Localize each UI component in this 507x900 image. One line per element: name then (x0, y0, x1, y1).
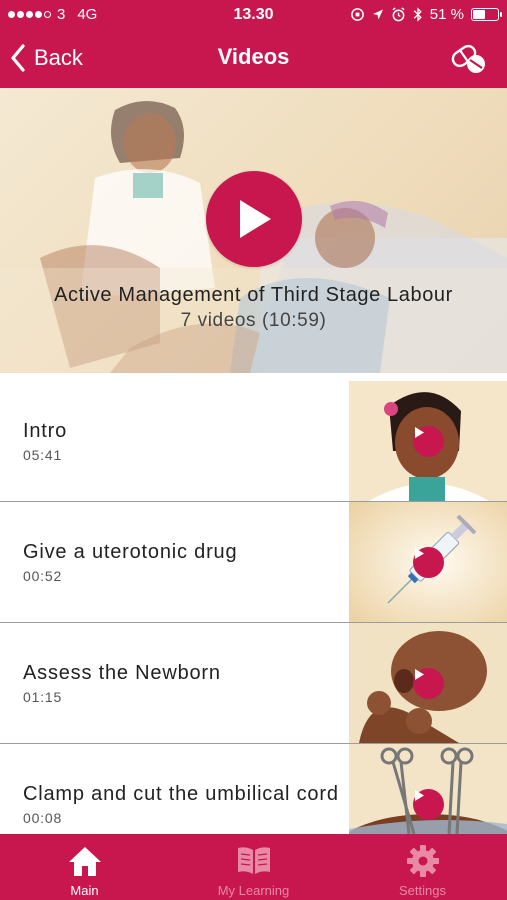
video-title: Give a uterotonic drug (23, 540, 238, 563)
video-play-button[interactable] (413, 789, 444, 820)
chevron-left-icon (11, 44, 25, 72)
video-row-umbilical-cord[interactable]: Clamp and cut the umbilical cord 00:08 (0, 744, 507, 834)
tab-label: My Learning (217, 883, 290, 898)
play-icon (415, 669, 424, 680)
video-title: Clamp and cut the umbilical cord (23, 782, 339, 805)
video-play-button[interactable] (413, 547, 444, 578)
hero-banner[interactable]: Active Management of Third Stage Labour … (0, 88, 507, 373)
hero-play-button[interactable] (206, 171, 302, 267)
collection-title: Active Management of Third Stage Labour (54, 284, 453, 306)
pills-icon (451, 44, 485, 73)
back-button[interactable]: Back (10, 40, 83, 76)
pills-button[interactable] (449, 40, 489, 76)
status-icons: 51 % (350, 6, 502, 23)
video-thumbnail (349, 381, 507, 501)
video-row-uterotonic[interactable]: Give a uterotonic drug 00:52 (0, 502, 507, 623)
video-thumbnail (349, 502, 507, 622)
rotation-lock-icon (350, 8, 364, 21)
tab-label: Main (70, 883, 99, 898)
top-bar: 3 4G 13.30 51 % Back Videos (0, 0, 507, 88)
video-play-button[interactable] (413, 668, 444, 699)
video-row-newborn[interactable]: Assess the Newborn 01:15 (0, 623, 507, 744)
video-duration: 01:15 (23, 688, 63, 705)
video-list: Intro 05:41 Give a uterotonic drug 00:52 (0, 381, 507, 834)
play-icon (415, 427, 424, 438)
bluetooth-icon (413, 7, 422, 22)
location-icon (372, 9, 383, 20)
home-icon (68, 847, 101, 876)
play-icon (415, 548, 424, 559)
video-play-button[interactable] (413, 426, 444, 457)
play-icon (240, 200, 271, 238)
tab-label: Settings (399, 883, 446, 898)
video-title: Assess the Newborn (23, 661, 221, 684)
battery-icon (471, 8, 502, 21)
video-row-intro[interactable]: Intro 05:41 (0, 381, 507, 502)
video-duration: 05:41 (23, 446, 63, 463)
tab-bar: Main My Learning Settings (0, 834, 507, 900)
book-icon (237, 847, 270, 874)
tab-my-learning[interactable]: My Learning (169, 834, 338, 900)
alarm-icon (392, 7, 405, 22)
battery-percent: 51 % (429, 6, 464, 23)
video-duration: 00:08 (23, 809, 63, 826)
tab-main[interactable]: Main (0, 834, 169, 900)
video-thumbnail (349, 623, 507, 743)
play-icon (415, 790, 424, 801)
page-title: Videos (217, 44, 290, 69)
navigation-bar: Back Videos (0, 30, 507, 88)
video-duration: 00:52 (23, 567, 63, 584)
gear-icon (406, 845, 439, 877)
video-thumbnail (349, 744, 507, 834)
status-bar: 3 4G 13.30 51 % (0, 0, 507, 30)
back-label: Back (34, 45, 83, 70)
collection-summary: 7 videos (10:59) (180, 310, 327, 331)
tab-settings[interactable]: Settings (338, 834, 507, 900)
video-title: Intro (23, 419, 68, 442)
